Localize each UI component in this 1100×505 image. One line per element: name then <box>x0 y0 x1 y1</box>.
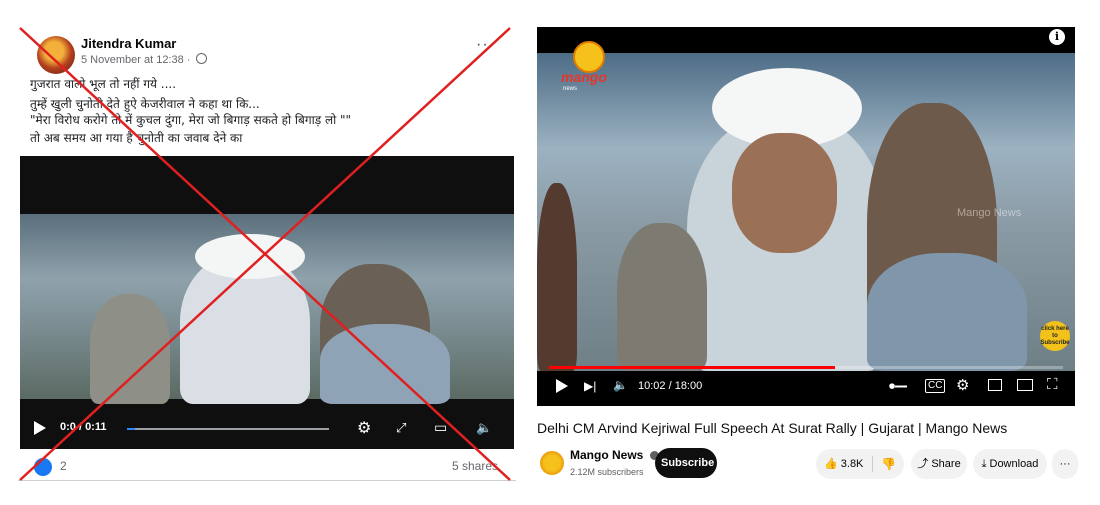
reaction-count[interactable]: 2 <box>60 459 67 473</box>
divider <box>18 480 516 481</box>
like-reaction-icon[interactable] <box>34 458 52 476</box>
subscriber-count: 2.12M subscribers <box>570 467 644 477</box>
video-person <box>617 223 707 371</box>
more-actions-button[interactable]: ··· <box>1052 449 1078 479</box>
post-footer: 2 5 shares <box>18 453 516 481</box>
author-avatar[interactable] <box>37 36 75 74</box>
settings-icon[interactable]: ⚙ <box>956 376 969 394</box>
captions-icon[interactable]: CC <box>925 379 946 393</box>
like-button[interactable]: 👍 3.8K <box>816 449 872 479</box>
post-meta: 5 November at 12:38 · <box>81 53 207 66</box>
dislike-icon: 👎 <box>881 457 896 471</box>
video-progress-bar[interactable] <box>127 428 329 430</box>
post-timestamp[interactable]: 5 November at 12:38 · <box>81 54 190 66</box>
theater-icon[interactable] <box>1017 379 1033 391</box>
fullscreen-icon[interactable]: ⛶ <box>1047 376 1058 393</box>
volume-icon[interactable]: 🔈 <box>476 420 492 436</box>
youtube-player[interactable]: mango news i Mango News click here to Su… <box>537 27 1075 406</box>
play-icon[interactable] <box>556 379 568 393</box>
subscribe-button[interactable]: Subscribe <box>655 448 717 478</box>
download-icon: ⤓ <box>981 458 987 470</box>
autoplay-toggle-icon[interactable]: ⏺━ <box>889 379 907 394</box>
video-progress-fill <box>549 366 836 369</box>
video-person <box>90 294 170 404</box>
play-icon[interactable] <box>34 421 46 435</box>
post-video[interactable]: 0:0 / 0:11 ⚙ ⤢ ▭ 🔈 <box>20 156 514 449</box>
subscribe-badge[interactable]: click here to Subscribe <box>1040 321 1070 351</box>
shares-count[interactable]: 5 shares <box>452 459 498 473</box>
share-label: Share <box>931 458 961 470</box>
video-watermark: Mango News <box>957 207 1022 219</box>
like-count: 3.8K <box>840 458 864 470</box>
volume-icon[interactable]: 🔈 <box>613 378 628 392</box>
share-icon: ⤴ <box>917 458 929 470</box>
share-button[interactable]: ⤴ Share <box>911 449 967 479</box>
video-controls: 0:0 / 0:11 ⚙ ⤢ ▭ 🔈 <box>20 409 514 449</box>
pip-icon[interactable]: ▭ <box>434 419 447 436</box>
video-progress-fill <box>127 428 136 430</box>
info-icon[interactable]: i <box>1049 29 1065 45</box>
post-text-line: तुम्हें खुली चुनोती देते हुऐ केजरीवाल ने… <box>30 97 260 111</box>
author-name[interactable]: Jitendra Kumar <box>81 36 176 51</box>
video-face <box>732 133 837 253</box>
video-person <box>537 183 577 371</box>
post-text-line: तो अब समय आ गया है चुनोती का जवाब देने क… <box>30 131 243 145</box>
channel-name-label[interactable]: Mango News <box>570 448 643 462</box>
video-frame <box>20 214 514 404</box>
video-person <box>867 253 1027 371</box>
expand-icon[interactable]: ⤢ <box>396 420 406 436</box>
logo-text: mango <box>561 69 607 85</box>
download-button[interactable]: ⤓ Download <box>973 449 1047 479</box>
channel-name[interactable]: Mango News <box>570 448 659 462</box>
video-time: 0:0 / 0:11 <box>60 421 107 433</box>
download-label: Download <box>989 458 1039 470</box>
miniplayer-icon[interactable] <box>988 379 1002 391</box>
channel-avatar[interactable] <box>540 451 564 475</box>
video-title: Delhi CM Arvind Kejriwal Full Speech At … <box>537 420 1008 436</box>
channel-logo: mango news <box>561 41 617 92</box>
post-text-line: गुजरात वालो भूल तो नहीं गये .... <box>30 77 177 91</box>
like-icon: 👍 <box>824 458 838 470</box>
like-dislike-group: 👍 3.8K 👎 <box>816 449 904 479</box>
video-turban <box>195 234 305 279</box>
video-person <box>320 324 450 404</box>
facebook-post: Jitendra Kumar 5 November at 12:38 · ·· … <box>18 22 516 484</box>
dislike-button[interactable]: 👎 <box>873 449 904 479</box>
more-options-icon[interactable]: ·· <box>476 36 489 54</box>
post-text-line: "मेरा विरोध करोगे तो में कुचल दुंगा, मेर… <box>30 113 352 127</box>
settings-icon[interactable]: ⚙ <box>357 418 371 438</box>
video-time: 10:02 / 18:00 <box>638 380 703 392</box>
next-icon[interactable]: ▶| <box>584 379 596 393</box>
globe-icon <box>195 53 207 64</box>
logo-subtext: news <box>563 86 578 92</box>
youtube-watch: mango news i Mango News click here to Su… <box>537 27 1082 487</box>
video-progress-bar[interactable] <box>549 366 1063 369</box>
